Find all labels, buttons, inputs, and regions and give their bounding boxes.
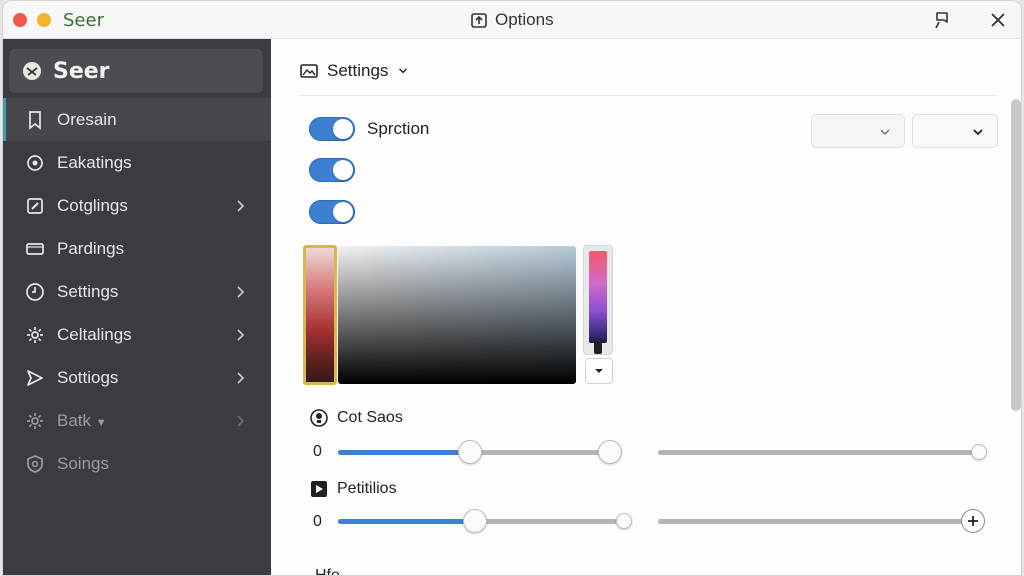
sidebar-item-label: Eakatings	[57, 152, 132, 172]
slider-fill-1	[338, 450, 462, 455]
add-button[interactable]	[961, 509, 985, 533]
close-icon	[991, 13, 1005, 27]
color-saturation-area[interactable]	[338, 246, 576, 384]
close-button[interactable]	[987, 9, 1009, 31]
chevron-right-icon	[237, 328, 245, 341]
image-icon	[300, 64, 318, 78]
window-title: Options	[469, 9, 554, 31]
sidebar-item-sottiogs[interactable]: Sottiogs	[3, 356, 271, 399]
bookmark-icon	[29, 110, 41, 130]
chevron-right-icon	[237, 414, 245, 427]
slider-end-thumb-3[interactable]	[616, 513, 632, 529]
title-bar: Seer Options	[3, 1, 1021, 39]
chevron-right-icon	[237, 371, 245, 384]
hue-slider[interactable]	[583, 245, 613, 355]
sidebar-item-label: Sottiogs	[57, 367, 119, 387]
send-icon	[27, 369, 43, 386]
toggle-1[interactable]	[309, 117, 355, 141]
sidebar-item-oresain[interactable]: Oresain	[3, 98, 271, 141]
hue-knob[interactable]	[594, 342, 602, 354]
sidebar-header-label: Seer	[53, 58, 110, 84]
header-divider	[299, 95, 997, 96]
sidebar-item-pardings[interactable]: Pardings	[3, 227, 271, 270]
hue-gradient	[589, 251, 607, 343]
dropdown-2[interactable]	[912, 114, 998, 148]
slider-thumb-2[interactable]	[971, 444, 987, 460]
clock-icon	[26, 282, 44, 301]
card-icon	[26, 242, 44, 255]
speaker-icon	[310, 409, 328, 427]
dropdown-1[interactable]	[811, 114, 905, 148]
gear-icon	[27, 412, 43, 429]
sidebar-header[interactable]: Seer	[9, 49, 263, 93]
sidebar-item-soings[interactable]: Soings	[3, 442, 271, 485]
main-panel: Settings Sprction Cot Saos 0 Petitilios …	[271, 39, 1021, 576]
sidebar-item-label: Settings	[57, 281, 119, 301]
app-name: Seer	[63, 10, 104, 31]
section-label: Cot Saos	[337, 409, 403, 426]
slider-min-label: 0	[313, 513, 322, 530]
play-icon	[311, 481, 327, 497]
settings-dropdown-label: Settings	[327, 61, 389, 80]
slider-thumb-3[interactable]	[463, 509, 488, 533]
slider-track-2[interactable]	[658, 450, 980, 455]
pin-icon	[935, 12, 948, 29]
sidebar-item-cotglings[interactable]: Cotglings	[3, 184, 271, 227]
toggle-3[interactable]	[309, 200, 355, 224]
app-logo-icon	[23, 62, 41, 80]
pin-button[interactable]	[931, 9, 953, 31]
toggle-2[interactable]	[309, 158, 355, 182]
chevron-down-icon	[880, 129, 890, 136]
gear-icon	[27, 326, 43, 343]
sidebar-item-label: Oresain	[57, 109, 117, 129]
slider-thumb-1a[interactable]	[457, 440, 482, 464]
scrollbar[interactable]	[1011, 99, 1021, 411]
hue-dropdown-button[interactable]	[585, 358, 613, 384]
slider-thumb-1b[interactable]	[597, 440, 622, 464]
sidebar-item-label: Pardings	[57, 238, 125, 258]
sidebar-item-label: Celtalings	[57, 324, 132, 344]
sidebar-item-batk[interactable]: Batk ▼	[3, 399, 271, 442]
window-title-text: Options	[495, 10, 554, 29]
sidebar-item-eakatings[interactable]: Eakatings	[3, 141, 271, 184]
chevron-down-icon	[973, 129, 983, 136]
sidebar-item-settings[interactable]: Settings	[3, 270, 271, 313]
minimize-window-button[interactable]	[37, 13, 51, 27]
close-window-button[interactable]	[13, 13, 27, 27]
chevron-down-icon	[399, 68, 408, 74]
slider-min-label: 0	[313, 443, 322, 460]
edit-icon	[27, 197, 43, 214]
sidebar-item-label: Batk ▼	[57, 410, 107, 430]
options-icon	[471, 13, 487, 28]
cut-off-label: Hfe	[315, 567, 340, 576]
plus-icon	[968, 516, 978, 526]
refresh-icon	[27, 154, 43, 171]
options-window: Seer Options Seer Oresain Eakatings Cotg…	[2, 0, 1022, 576]
toggle-label: Sprction	[367, 119, 430, 138]
sidebar-item-celtalings[interactable]: Celtalings	[3, 313, 271, 356]
chevron-right-icon	[237, 199, 245, 212]
sidebar-item-label: Cotglings	[57, 195, 128, 215]
alpha-slider[interactable]	[303, 245, 337, 385]
section-petitilios: Petitilios	[309, 479, 397, 499]
slider-track-4[interactable]	[658, 519, 973, 524]
chevron-down-icon	[595, 369, 603, 373]
chevron-right-icon	[237, 285, 245, 298]
chevron-down-icon: ▼	[95, 416, 107, 429]
settings-dropdown[interactable]: Settings	[299, 61, 410, 81]
section-cot-saos: Cot Saos	[309, 408, 403, 428]
sidebar-item-label: Soings	[57, 453, 109, 473]
section-label: Petitilios	[337, 480, 397, 497]
sidebar: Seer Oresain Eakatings Cotglings Parding…	[3, 39, 271, 575]
shield-icon	[27, 454, 43, 473]
